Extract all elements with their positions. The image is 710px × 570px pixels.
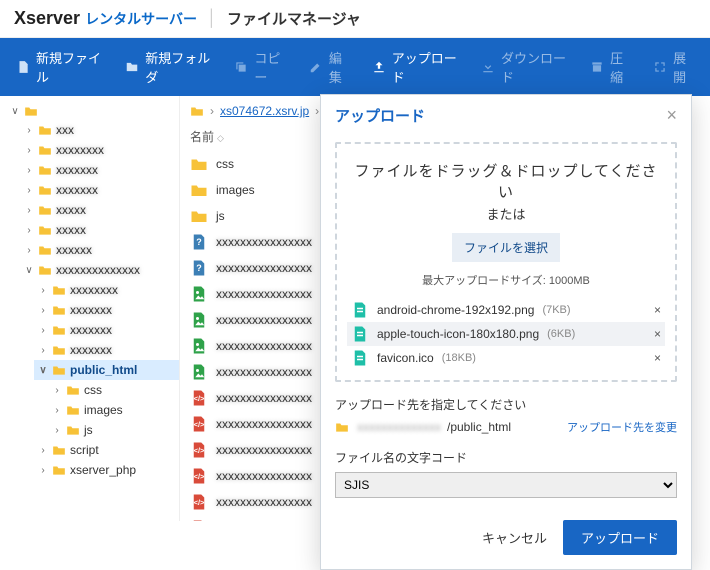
queue-row[interactable]: apple-touch-icon-180x180.png (6KB) × bbox=[347, 322, 665, 346]
file-icon bbox=[351, 349, 369, 367]
queue-file-name: apple-touch-icon-180x180.png bbox=[377, 327, 539, 341]
upload-submit-button[interactable]: アップロード bbox=[563, 520, 677, 555]
folder-icon bbox=[335, 421, 349, 433]
remove-file-icon[interactable]: × bbox=[654, 351, 661, 365]
upload-queue: android-chrome-192x192.png(7KB)×apple-to… bbox=[347, 298, 665, 370]
dest-path-suffix: /public_html bbox=[447, 420, 511, 434]
drop-zone[interactable]: ファイルをドラッグ＆ドロップしてください または ファイルを選択 最大アップロー… bbox=[335, 142, 677, 382]
queue-file-size: (18KB) bbox=[442, 352, 476, 364]
remove-file-icon[interactable]: × bbox=[654, 303, 661, 317]
dest-label: アップロード先を指定してください bbox=[335, 396, 677, 413]
encoding-label: ファイル名の文字コード bbox=[335, 449, 677, 466]
close-icon[interactable]: × bbox=[666, 105, 677, 126]
queue-file-name: favicon.ico bbox=[377, 351, 434, 365]
file-icon bbox=[351, 301, 369, 319]
dest-row: xxxxxxxxxxxxxx/public_html アップロード先を変更 bbox=[335, 419, 677, 435]
choose-file-button[interactable]: ファイルを選択 bbox=[452, 233, 560, 262]
modal-overlay: アップロード × ファイルをドラッグ＆ドロップしてください または ファイルを選… bbox=[0, 0, 710, 509]
queue-row[interactable]: favicon.ico (18KB) × bbox=[347, 346, 665, 370]
dialog-footer: キャンセル アップロード bbox=[321, 508, 691, 569]
remove-file-icon[interactable]: × bbox=[654, 327, 661, 341]
file-icon bbox=[351, 325, 369, 343]
queue-file-size: (6KB) bbox=[547, 328, 575, 340]
upload-dialog: アップロード × ファイルをドラッグ＆ドロップしてください または ファイルを選… bbox=[320, 94, 692, 570]
code-icon: </> bbox=[190, 519, 208, 521]
dest-path-hidden: xxxxxxxxxxxxxx bbox=[357, 420, 441, 434]
dialog-body: ファイルをドラッグ＆ドロップしてください または ファイルを選択 最大アップロー… bbox=[321, 136, 691, 508]
change-dest-link[interactable]: アップロード先を変更 bbox=[567, 419, 677, 435]
encoding-select[interactable]: SJIS bbox=[335, 472, 677, 498]
drop-text-2: または bbox=[347, 204, 665, 223]
queue-row[interactable]: android-chrome-192x192.png (7KB) × bbox=[347, 298, 665, 322]
dest-path: xxxxxxxxxxxxxx/public_html bbox=[357, 420, 559, 434]
dialog-header: アップロード × bbox=[321, 95, 691, 136]
queue-file-name: android-chrome-192x192.png bbox=[377, 303, 534, 317]
queue-file-size: (7KB) bbox=[542, 304, 570, 316]
drop-text-1: ファイルをドラッグ＆ドロップしてください bbox=[347, 160, 665, 202]
cancel-button[interactable]: キャンセル bbox=[482, 528, 547, 547]
max-size-text: 最大アップロードサイズ: 1000MB bbox=[347, 272, 665, 288]
dialog-title: アップロード bbox=[335, 105, 425, 126]
